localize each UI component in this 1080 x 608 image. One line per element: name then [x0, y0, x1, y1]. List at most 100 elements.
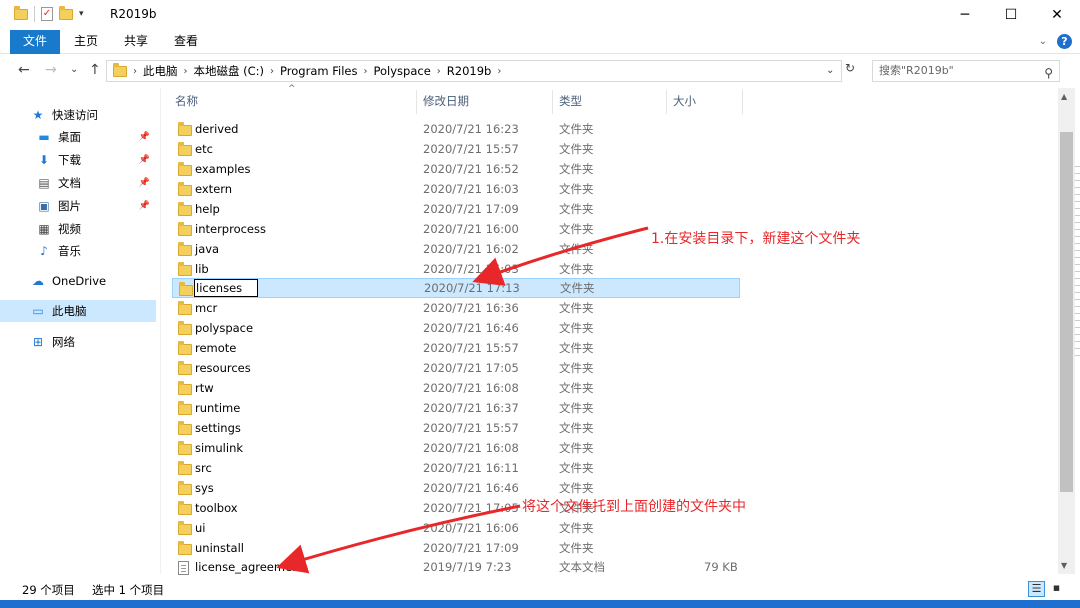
- file-name: license_agreement: [195, 560, 304, 574]
- sidebar-item[interactable]: ▬ 桌面 📌: [0, 126, 156, 148]
- breadcrumb-this-pc[interactable]: 此电脑: [143, 63, 178, 79]
- column-divider[interactable]: [742, 90, 743, 114]
- pin-icon[interactable]: 📌: [139, 155, 150, 165]
- folder-icon[interactable]: [14, 5, 28, 20]
- annotation-note-1: 1.在安装目录下，新建这个文件夹: [651, 231, 861, 247]
- sidebar-item[interactable]: ★ 快速访问: [0, 104, 156, 126]
- ribbon-tabs: 文件 主页 共享 查看 ⌄ ?: [0, 30, 1080, 54]
- sidebar-item[interactable]: ♪ 音乐: [0, 240, 156, 262]
- file-row[interactable]: runtime 2020/7/21 16:37 文件夹: [160, 398, 740, 418]
- chevron-right-icon[interactable]: ›: [270, 66, 274, 77]
- file-name: extern: [195, 182, 233, 196]
- sidebar-item[interactable]: ▤ 文档 📌: [0, 172, 156, 194]
- breadcrumb-polyspace[interactable]: Polyspace: [373, 64, 430, 78]
- address-bar[interactable]: › 此电脑 › 本地磁盘 (C:) › Program Files › Poly…: [106, 60, 842, 82]
- forward-arrow-icon[interactable]: →: [45, 62, 57, 78]
- folder-icon: [178, 381, 192, 395]
- file-row[interactable]: uninstall 2020/7/21 17:09 文件夹: [160, 538, 740, 558]
- file-date: 2020/7/21 16:00: [423, 222, 519, 236]
- file-row[interactable]: remote 2020/7/21 15:57 文件夹: [160, 338, 740, 358]
- sidebar-item[interactable]: ☁ OneDrive: [0, 270, 156, 292]
- file-row[interactable]: help 2020/7/21 17:09 文件夹: [160, 199, 740, 219]
- chevron-right-icon[interactable]: ›: [133, 66, 137, 77]
- refresh-icon[interactable]: ↻: [845, 61, 861, 81]
- back-arrow-icon[interactable]: ←: [18, 62, 30, 78]
- file-row[interactable]: extern 2020/7/21 16:03 文件夹: [160, 179, 740, 199]
- file-row[interactable]: mcr 2020/7/21 16:36 文件夹: [160, 298, 740, 318]
- column-header-date[interactable]: 修改日期: [408, 88, 544, 114]
- folder-icon: [179, 282, 193, 296]
- rename-input[interactable]: licenses: [194, 279, 259, 297]
- file-row[interactable]: resources 2020/7/21 17:05 文件夹: [160, 358, 740, 378]
- file-type: 文件夹: [559, 222, 594, 236]
- properties-icon[interactable]: ✓: [41, 7, 53, 21]
- file-row[interactable]: license_agreement 2019/7/19 7:23 文本文档 79 KB: [160, 557, 740, 577]
- file-name: help: [195, 202, 220, 216]
- file-date: 2020/7/21 16:46: [423, 481, 519, 495]
- navigation-bar: ← → ⌄ ↑ › 此电脑 › 本地磁盘 (C:) › Program File…: [0, 56, 1080, 86]
- column-header-size[interactable]: 大小: [658, 88, 742, 114]
- sidebar-item[interactable]: ▣ 图片 📌: [0, 195, 156, 217]
- sidebar-item[interactable]: ▦ 视频: [0, 218, 156, 240]
- maximize-button[interactable]: ☐: [988, 0, 1034, 30]
- search-input[interactable]: 搜索"R2019b" ⚲: [872, 60, 1060, 82]
- window-title: R2019b: [110, 7, 157, 21]
- item-count: 29 个项目: [22, 583, 75, 597]
- file-date: 2020/7/21 16:08: [423, 441, 519, 455]
- breadcrumb-program-files[interactable]: Program Files: [280, 64, 357, 78]
- scroll-up-icon[interactable]: ▲: [1061, 92, 1067, 101]
- vertical-scrollbar[interactable]: ▲ ▼: [1058, 88, 1075, 574]
- up-arrow-icon[interactable]: ↑: [89, 62, 101, 78]
- tab-view[interactable]: 查看: [161, 30, 211, 54]
- sidebar-item[interactable]: ⊞ 网络: [0, 331, 156, 353]
- help-icon[interactable]: ?: [1057, 34, 1072, 49]
- file-name: resources: [195, 361, 251, 375]
- file-row[interactable]: ui 2020/7/21 16:06 文件夹: [160, 518, 740, 538]
- close-button[interactable]: ✕: [1034, 0, 1080, 30]
- minimize-button[interactable]: ─: [942, 0, 988, 30]
- expand-ribbon-icon[interactable]: ⌄: [1039, 36, 1047, 47]
- scrollbar-thumb[interactable]: [1060, 132, 1073, 492]
- tab-home[interactable]: 主页: [61, 30, 111, 54]
- file-type: 文件夹: [560, 281, 595, 295]
- file-row[interactable]: polyspace 2020/7/21 16:46 文件夹: [160, 318, 740, 338]
- file-row[interactable]: licenses 2020/7/21 17:13 文件夹: [172, 278, 740, 298]
- details-view-icon[interactable]: ☰: [1028, 581, 1045, 597]
- customize-toolbar-icon[interactable]: ▾: [79, 9, 84, 19]
- column-header-name[interactable]: 名称: [160, 88, 416, 114]
- file-row[interactable]: etc 2020/7/21 15:57 文件夹: [160, 139, 740, 159]
- file-name: runtime: [195, 401, 241, 415]
- new-folder-icon[interactable]: [59, 5, 73, 20]
- file-row[interactable]: rtw 2020/7/21 16:08 文件夹: [160, 378, 740, 398]
- chevron-right-icon[interactable]: ›: [363, 66, 367, 77]
- tab-share[interactable]: 共享: [111, 30, 161, 54]
- file-type: 文本文档: [559, 560, 605, 574]
- column-header-type[interactable]: 类型: [544, 88, 658, 114]
- file-row[interactable]: sys 2020/7/21 16:46 文件夹: [160, 478, 740, 498]
- tab-file[interactable]: 文件: [10, 30, 61, 54]
- sidebar-item[interactable]: ▭ 此电脑: [0, 300, 156, 322]
- search-icon[interactable]: ⚲: [1044, 63, 1053, 83]
- pin-icon[interactable]: 📌: [139, 132, 150, 142]
- breadcrumb-r2019b[interactable]: R2019b: [447, 64, 492, 78]
- address-dropdown-icon[interactable]: ⌄: [826, 65, 834, 76]
- chevron-right-icon[interactable]: ›: [497, 66, 501, 77]
- chevron-right-icon[interactable]: ›: [437, 66, 441, 77]
- file-date: 2020/7/21 16:11: [423, 461, 519, 475]
- large-icons-view-icon[interactable]: ▪: [1048, 581, 1065, 597]
- chevron-right-icon[interactable]: ›: [184, 66, 188, 77]
- file-row[interactable]: settings 2020/7/21 15:57 文件夹: [160, 418, 740, 438]
- pin-icon[interactable]: 📌: [139, 178, 150, 188]
- scroll-down-icon[interactable]: ▼: [1061, 561, 1067, 570]
- breadcrumb-local-disk[interactable]: 本地磁盘 (C:): [194, 63, 265, 79]
- file-row[interactable]: derived 2020/7/21 16:23 文件夹: [160, 119, 740, 139]
- sidebar-item[interactable]: ⬇ 下载 📌: [0, 149, 156, 171]
- file-type: 文件夹: [559, 321, 594, 335]
- file-date: 2020/7/21 15:57: [423, 341, 519, 355]
- file-row[interactable]: simulink 2020/7/21 16:08 文件夹: [160, 438, 740, 458]
- pin-icon[interactable]: 📌: [139, 201, 150, 211]
- recent-locations-icon[interactable]: ⌄: [70, 64, 78, 75]
- file-row[interactable]: lib 2020/7/21 16:03 文件夹: [160, 259, 740, 279]
- file-row[interactable]: examples 2020/7/21 16:52 文件夹: [160, 159, 740, 179]
- file-row[interactable]: src 2020/7/21 16:11 文件夹: [160, 458, 740, 478]
